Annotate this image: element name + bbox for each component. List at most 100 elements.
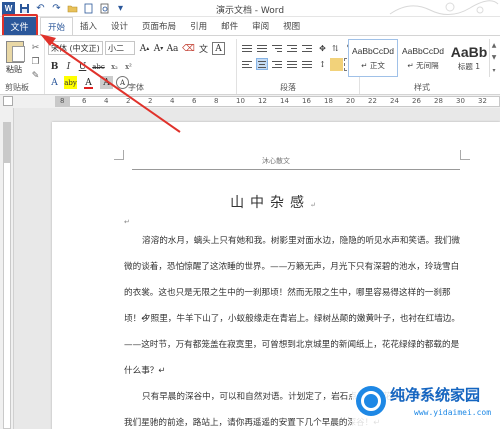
highlight-button[interactable]: aby [64,76,77,89]
strikethrough-button[interactable]: abc [92,60,105,73]
line-spacing-icon[interactable]: ↕ [316,58,329,71]
tab-view[interactable]: 视图 [276,17,307,35]
ruler-number: 4 [170,97,175,105]
clipboard-group-label: 剪贴板 [5,83,29,92]
style-sample: AaBbCcDd [351,45,395,56]
ruler-number: 10 [236,97,245,105]
title-bar: W ↶ ↷ ▾ 演示文档 - Word [0,0,500,17]
cut-icon[interactable]: ✂ [30,42,41,53]
underline-button[interactable]: U [76,60,89,73]
character-border-icon[interactable]: A [212,42,225,55]
tab-selector[interactable] [3,96,13,106]
style-normal[interactable]: AaBbCcDd ↵ 正文 [348,39,398,77]
sort-icon[interactable]: ⇅ [329,42,342,55]
tab-page-layout[interactable]: 页面布局 [135,17,183,35]
tab-design[interactable]: 设计 [104,17,135,35]
ruler-number: 16 [302,97,311,105]
paste-icon[interactable] [6,41,25,63]
bullets-icon[interactable] [241,42,253,54]
chinese-layout-icon[interactable]: ✥ [316,42,329,55]
phonetic-guide-icon[interactable]: 文 [197,42,210,55]
font-color-label: A [85,77,92,88]
paragraph-mark: ↵ [124,218,130,226]
style-name: ↵ 正文 [361,60,385,70]
decrease-indent-icon[interactable] [286,42,298,54]
chevron-down-icon[interactable]: ▼ [492,54,497,61]
page-header: 沐心散文 [262,157,290,165]
tab-mailings[interactable]: 邮件 [214,17,245,35]
character-shading-icon[interactable]: A [100,76,113,89]
chevron-up-icon[interactable]: ▲ [492,42,497,49]
document-title-text: 山中杂感 [230,195,311,211]
ruler-number: 2 [148,97,153,105]
increase-indent-icon[interactable] [301,42,313,54]
ruler-number: 32 [478,97,487,105]
style-sample: AaBb [450,44,488,60]
italic-button[interactable]: I [62,60,75,73]
ruler-number: 30 [456,97,465,105]
ruler-number: 22 [368,97,377,105]
ruler-area: 8 6 4 2 2 4 6 8 10 12 14 16 18 20 22 24 26 28 30 32 [0,95,500,108]
style-heading-1[interactable]: AaBb 标题 1 [447,39,491,77]
vertical-ruler[interactable] [0,108,14,429]
style-sample: AaBbCcDd [401,45,445,56]
paste-button[interactable]: 粘贴 [6,64,22,75]
ruler-number: 18 [324,97,333,105]
ruler-number: 20 [346,97,355,105]
group-divider [44,39,45,94]
styles-group-label: 样式 [414,83,430,92]
bold-button[interactable]: B [48,60,61,73]
watermark-url: www.yidaimei.com [414,408,492,417]
font-color-button[interactable]: A [82,76,95,89]
ruler-number: 6 [192,97,197,105]
font-size-dropdown[interactable]: 小二 [105,41,135,55]
style-no-spacing[interactable]: AaBbCcDd ↵ 无间隔 [398,39,448,77]
style-name: ↵ 无间隔 [407,60,439,70]
style-name: 标题 1 [457,62,481,71]
ruler-number: 8 [214,97,219,105]
change-case-button[interactable]: Aa [166,42,179,55]
tab-review[interactable]: 审阅 [245,17,276,35]
ruler-number: 26 [412,97,421,105]
styles-gallery-scroll[interactable]: ▲ ▼ ▾ [489,39,498,77]
paragraph-group-label: 段落 [280,83,296,92]
tab-file[interactable]: 文件 [3,17,36,35]
align-left-icon[interactable] [241,58,253,70]
tab-insert[interactable]: 插入 [73,17,104,35]
format-painter-icon[interactable]: ✎ [30,70,41,81]
align-right-icon[interactable] [271,58,283,70]
superscript-button[interactable]: x² [122,60,135,73]
paragraph-mark: ↵ [310,201,322,209]
align-center-icon[interactable] [256,58,268,70]
ruler-number: 8 [60,97,65,105]
grow-font-button[interactable]: A ▴ [138,42,151,55]
ruler-number: 2 [126,97,131,105]
tab-home[interactable]: 开始 [40,17,74,35]
vertical-ruler-margin [4,123,10,163]
numbering-icon[interactable] [256,42,268,54]
justify-icon[interactable] [286,58,298,70]
font-group-label: 字体 [128,83,144,92]
watermark: 纯净系统家园 www.yidaimei.com [352,378,500,429]
more-styles-icon[interactable]: ▾ [492,67,495,74]
clear-formatting-icon[interactable]: ⌫ [182,42,195,55]
shading-icon[interactable] [330,58,343,71]
title-decoration-icon [389,0,499,15]
subscript-button[interactable]: x₂ [108,60,121,73]
font-name-dropdown[interactable]: 宋体 (中文正) [48,41,103,55]
distributed-icon[interactable] [301,58,313,70]
copy-icon[interactable]: ❐ [30,56,41,67]
horizontal-ruler[interactable]: 8 6 4 2 2 4 6 8 10 12 14 16 18 20 22 24 26 28 30 32 [55,96,500,107]
ruler-number: 4 [104,97,109,105]
shrink-font-button[interactable]: A ▾ [152,42,165,55]
ribbon: 粘贴 ✂ ❐ ✎ 剪贴板 宋体 (中文正) 小二 A ▴ A ▾ Aa ⌫ 文 A … [0,35,500,95]
tab-references[interactable]: 引用 [183,17,214,35]
text-effects-button[interactable]: A [48,76,61,89]
multilevel-list-icon[interactable] [271,42,283,54]
ribbon-tabs: 开始 插入 设计 页面布局 引用 邮件 审阅 视图 [0,17,500,35]
watermark-logo-icon [356,386,386,416]
ruler-number: 14 [280,97,289,105]
document-title[interactable]: 山中杂感↵ [52,192,500,212]
document-paragraph[interactable]: 夕照里，牛羊下山了，小蚁般缘走在青岩上。绿树丛颠的嫩黄叶子，也衬在红墙边。——这… [124,306,464,384]
font-color-swatch [84,87,93,89]
